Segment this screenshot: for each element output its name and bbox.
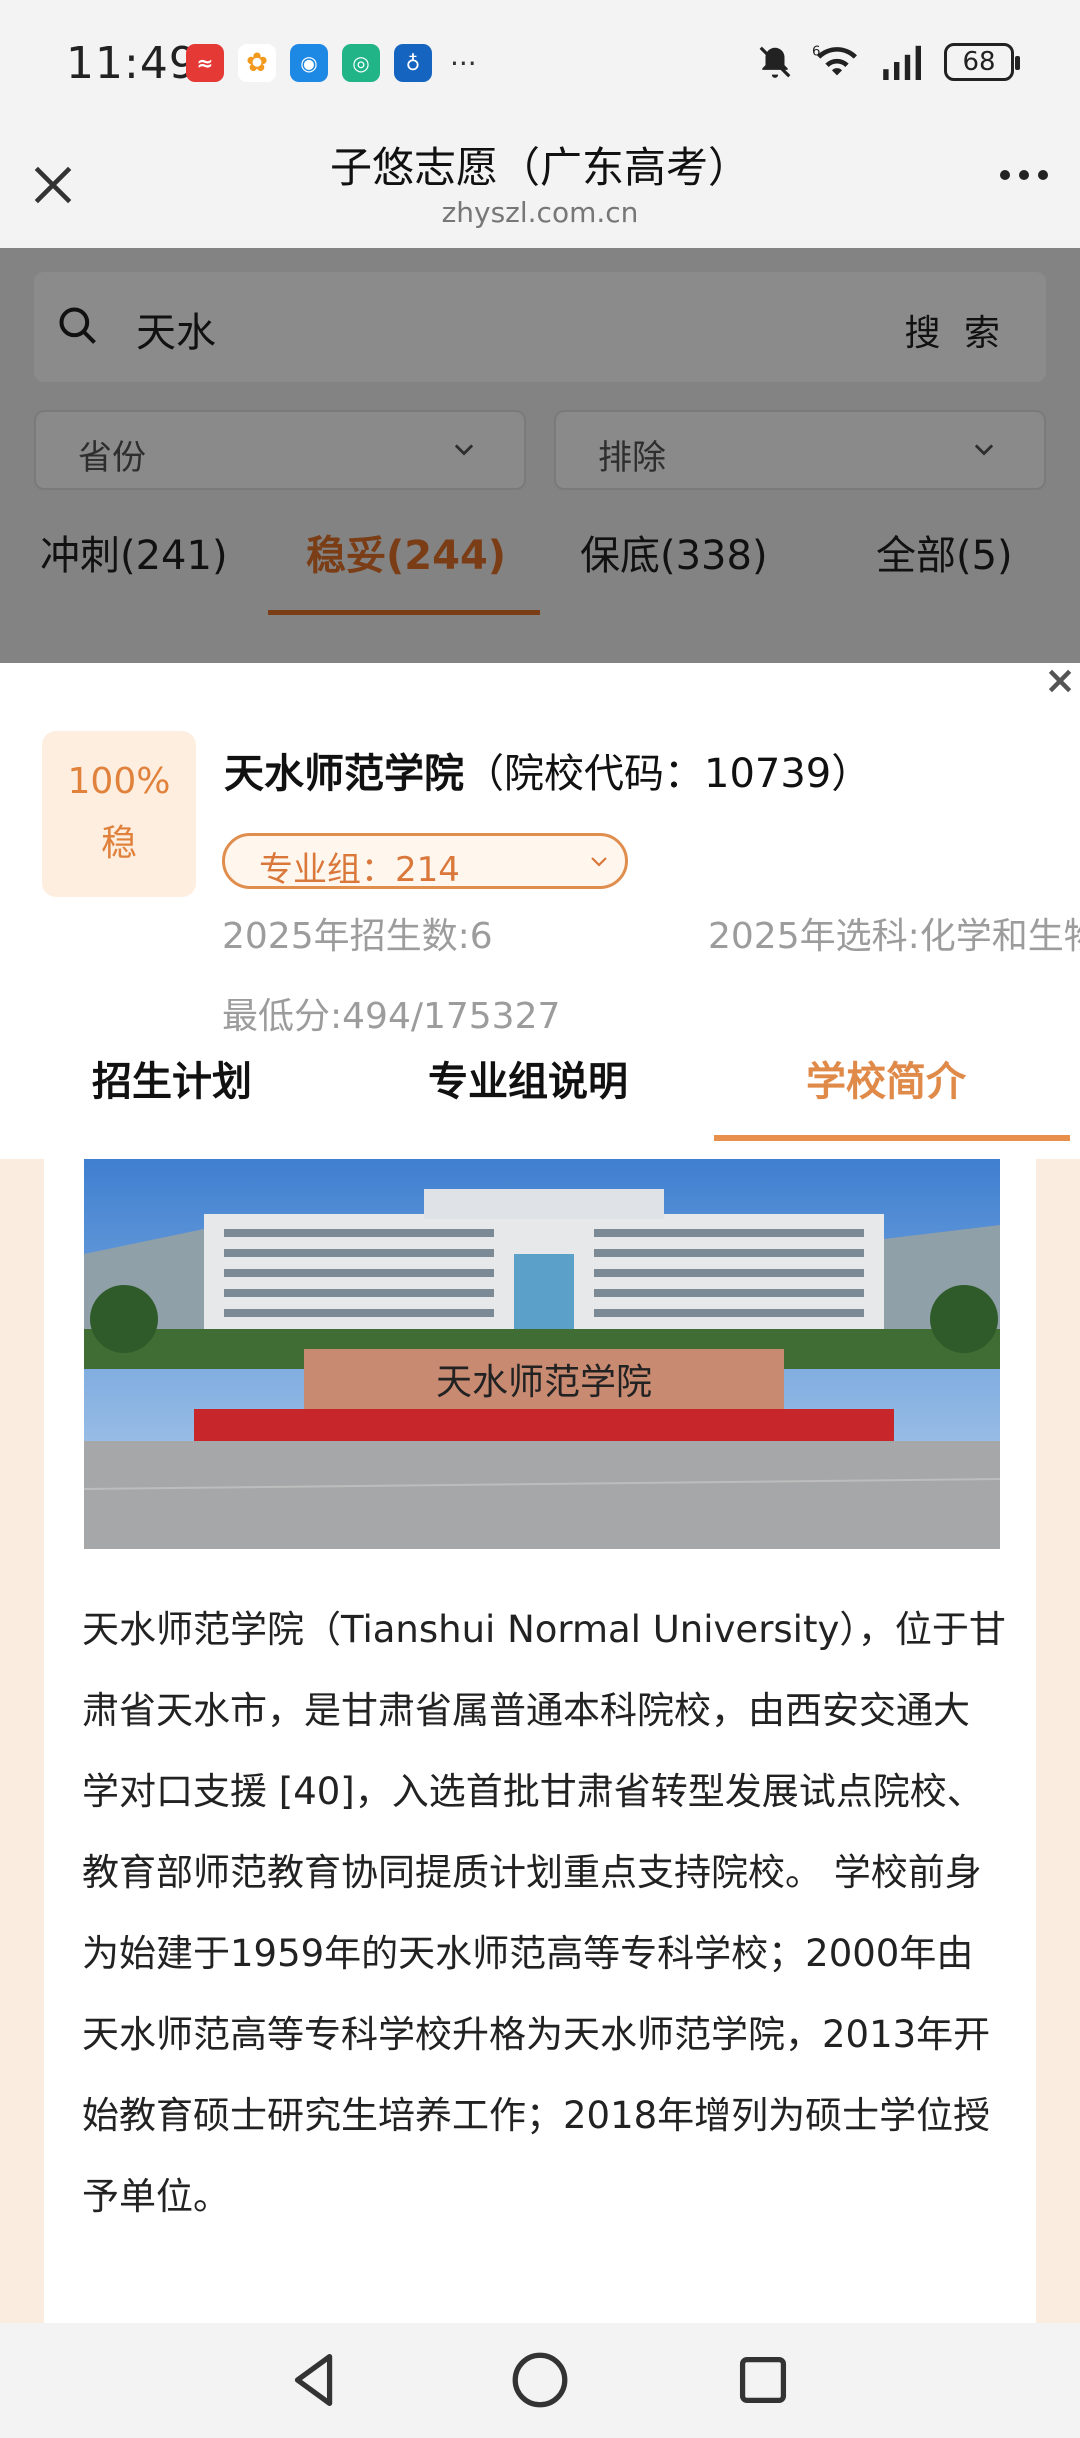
probability-percent: 100%	[67, 761, 171, 802]
major-group-label: 专业组：214	[259, 850, 460, 890]
search-bar[interactable]: 天水 搜 索	[34, 272, 1046, 382]
weibo-app-icon: ≈	[186, 44, 224, 82]
page-title: 子悠志愿（广东高考）	[329, 143, 750, 192]
status-bar: 11:49 ≈ ✿ ◉ ◎ ♁ ··· 6 68	[0, 0, 1080, 130]
major-group-select[interactable]: 专业组：214	[222, 833, 628, 890]
tab-safe[interactable]: 保底(338)	[580, 523, 768, 581]
active-detail-tab-indicator	[714, 1135, 1070, 1141]
province-select-label: 省份	[78, 438, 146, 478]
enroll-count: 2025年招生数:6	[222, 916, 493, 957]
tab-group-description[interactable]: 专业组说明	[428, 1049, 628, 1107]
school-name: 天水师范学院	[224, 751, 464, 797]
intro-card: 天水师范学院 天水师范学院（Tianshui Normal University…	[44, 1159, 1036, 2323]
notification-icons: ≈ ✿ ◉ ◎ ♁ ···	[186, 44, 477, 82]
page-header: 子悠志愿（广东高考） zhyszl.com.cn	[0, 130, 1080, 248]
school-intro-text: 天水师范学院（Tianshui Normal University），位于甘肃省…	[82, 1608, 1006, 2218]
school-code: （院校代码：10739）	[464, 751, 872, 797]
probability-badge: 100% 稳	[42, 731, 196, 897]
sheet-close-button[interactable]: ×	[1044, 658, 1076, 702]
recents-icon[interactable]	[728, 2345, 798, 2415]
min-score: 最低分:494/175327	[222, 996, 561, 1037]
search-input[interactable]: 天水	[136, 300, 216, 358]
message-app-icon: ◉	[290, 44, 328, 82]
svg-text:6: 6	[812, 44, 820, 59]
tab-stable[interactable]: 稳妥(244)	[306, 523, 506, 581]
search-icon	[59, 307, 96, 344]
category-tabs: 冲刺(241) 稳妥(244) 保底(338) 全部(5)	[0, 523, 1080, 615]
school-heading: 天水师范学院（院校代码：10739）	[224, 741, 871, 799]
battery-level: 68	[962, 47, 996, 77]
gate-inscription: 天水师范学院	[436, 1362, 652, 1403]
tips-app-icon: ♁	[394, 44, 432, 82]
school-gate-photo: 天水师范学院	[84, 1159, 1000, 1549]
page-url: zhyszl.com.cn	[441, 196, 639, 229]
wifi-icon: 6	[812, 44, 857, 76]
province-select[interactable]: 省份	[34, 410, 526, 490]
background-page: 天水 搜 索 省份 排除 冲刺(241) 稳妥(244) 保底(338) 全部(…	[0, 248, 1080, 663]
more-notifications-icon: ···	[450, 46, 477, 80]
wechat-app-icon: ◎	[342, 44, 380, 82]
school-detail-sheet: × 100% 稳 天水师范学院（院校代码：10739） 专业组：214 2025…	[0, 658, 1080, 2323]
intro-panel: 天水师范学院 天水师范学院（Tianshui Normal University…	[0, 1159, 1080, 2323]
taobao-app-icon: ✿	[238, 44, 276, 82]
chevron-down-icon	[591, 857, 607, 867]
chevron-down-icon	[974, 444, 994, 456]
mute-icon	[759, 46, 791, 78]
home-icon[interactable]	[505, 2345, 575, 2415]
probability-label: 稳	[100, 823, 137, 864]
tab-school-intro[interactable]: 学校简介	[806, 1049, 966, 1107]
detail-tabs: 招生计划 专业组说明 学校简介	[0, 1043, 1080, 1141]
exclude-select[interactable]: 排除	[554, 410, 1046, 490]
tab-all[interactable]: 全部(5)	[876, 523, 1013, 581]
tab-enrollment-plan[interactable]: 招生计划	[92, 1049, 252, 1107]
exclude-select-label: 排除	[598, 438, 666, 478]
tab-sprint[interactable]: 冲刺(241)	[40, 523, 228, 581]
clock: 11:49	[66, 38, 198, 89]
system-icons: 6 68	[756, 42, 1020, 82]
search-button[interactable]: 搜 索	[905, 304, 1006, 356]
back-icon[interactable]	[280, 2345, 350, 2415]
active-tab-indicator	[268, 610, 540, 615]
chevron-down-icon	[454, 444, 474, 456]
more-menu-icon[interactable]	[1000, 170, 1048, 180]
signal-icon	[883, 45, 921, 80]
subject-requirement: 2025年选科:化学和生物	[708, 916, 1080, 957]
battery-icon: 68	[944, 43, 1020, 81]
system-nav-bar	[0, 2323, 1080, 2438]
